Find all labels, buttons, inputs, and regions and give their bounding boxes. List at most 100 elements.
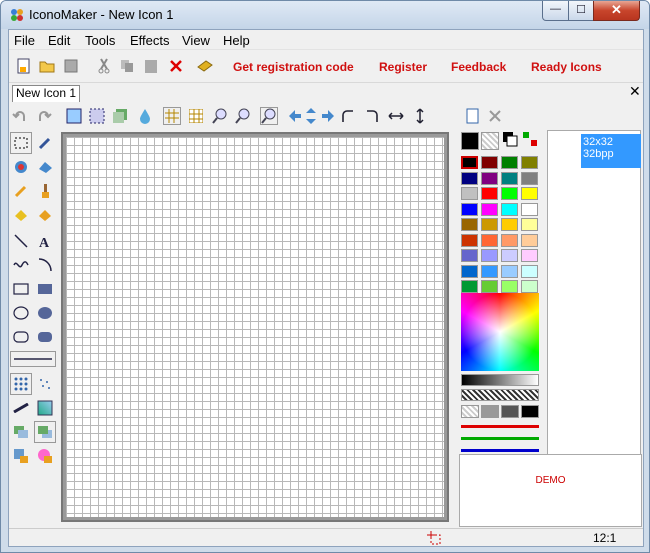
- close-button[interactable]: ✕: [593, 1, 640, 21]
- icon-format-list[interactable]: 32x32 32bpp: [547, 130, 641, 455]
- alpha-swatch-100[interactable]: [521, 405, 539, 418]
- rect-select-tool[interactable]: [10, 132, 32, 154]
- rotate-right-button[interactable]: [363, 107, 381, 125]
- color-swatch[interactable]: [501, 171, 518, 185]
- ready-icons-link[interactable]: Ready Icons: [531, 60, 602, 74]
- lock-tool[interactable]: [10, 445, 32, 467]
- color-swatch[interactable]: [481, 249, 498, 262]
- get-registration-code-link[interactable]: Get registration code: [233, 60, 354, 74]
- ellipse-outline-tool[interactable]: [10, 302, 32, 324]
- menu-file[interactable]: File: [14, 33, 35, 48]
- color-swatch[interactable]: [521, 202, 538, 216]
- color-swatch[interactable]: [461, 202, 478, 216]
- color-replace-tool[interactable]: [10, 156, 32, 178]
- color-swatch[interactable]: [521, 187, 538, 200]
- alpha-slider[interactable]: [461, 389, 539, 401]
- swap-colors-button[interactable]: [521, 130, 539, 148]
- rounded-rect-filled-tool[interactable]: [34, 326, 56, 348]
- brightness-slider[interactable]: [461, 374, 539, 386]
- color-swatch[interactable]: [521, 171, 538, 185]
- color-swatch[interactable]: [461, 233, 478, 247]
- palette-lock-tool[interactable]: [34, 445, 56, 467]
- rotate-left-button[interactable]: [339, 107, 357, 125]
- line-tool[interactable]: [10, 230, 32, 252]
- gradient-tool[interactable]: [34, 397, 56, 419]
- ellipse-filled-tool[interactable]: [34, 302, 56, 324]
- zoom-actual-button[interactable]: [260, 107, 278, 125]
- color-swatch[interactable]: [501, 202, 518, 216]
- text-tool[interactable]: A: [34, 230, 56, 252]
- color-swatch[interactable]: [481, 156, 498, 169]
- layer-up-tool[interactable]: [34, 421, 56, 443]
- menu-effects[interactable]: Effects: [130, 33, 170, 48]
- layer-button[interactable]: [111, 107, 129, 125]
- shift-vertical-button[interactable]: [302, 107, 320, 125]
- color-swatch[interactable]: [481, 280, 498, 293]
- color-swatch[interactable]: [461, 171, 478, 185]
- zoom-out-button[interactable]: [234, 107, 252, 125]
- red-channel-slider[interactable]: [461, 425, 539, 428]
- color-swatch[interactable]: [461, 264, 478, 278]
- layer-down-tool[interactable]: [10, 421, 32, 443]
- color-swatch[interactable]: [521, 156, 538, 169]
- pencil-tool[interactable]: [10, 180, 32, 202]
- new-file-button[interactable]: [15, 57, 33, 75]
- brush-tool[interactable]: [34, 180, 56, 202]
- eraser-tool[interactable]: [34, 156, 56, 178]
- color-spectrum[interactable]: [461, 293, 539, 371]
- color-picker-tool[interactable]: [34, 132, 56, 154]
- grid-toggle-button[interactable]: [163, 107, 181, 125]
- color-swatch[interactable]: [461, 280, 478, 293]
- tab-new-icon-1[interactable]: New Icon 1: [12, 85, 80, 102]
- color-swatch[interactable]: [521, 280, 538, 293]
- spray-tool[interactable]: [34, 373, 56, 395]
- color-swatch[interactable]: [521, 264, 538, 278]
- color-swatch[interactable]: [501, 280, 518, 293]
- menu-view[interactable]: View: [182, 33, 210, 48]
- color-swatch[interactable]: [501, 187, 518, 200]
- stroke-style-tool[interactable]: [10, 397, 32, 419]
- remove-format-button[interactable]: [486, 107, 504, 125]
- alpha-swatch-75[interactable]: [501, 405, 519, 418]
- color-swatch[interactable]: [521, 218, 538, 231]
- undo-button[interactable]: [11, 107, 29, 125]
- pixel-grid-button[interactable]: [187, 107, 205, 125]
- color-swatch[interactable]: [481, 218, 498, 231]
- flip-vertical-button[interactable]: [411, 107, 429, 125]
- color-swatch[interactable]: [461, 187, 478, 200]
- color-swatch[interactable]: [521, 249, 538, 262]
- delete-button[interactable]: [167, 57, 185, 75]
- fill-tool[interactable]: [10, 204, 32, 226]
- tab-close-icon[interactable]: ✕: [629, 84, 641, 98]
- green-channel-slider[interactable]: [461, 437, 539, 440]
- select-frame-button[interactable]: [88, 107, 106, 125]
- primary-color-swatch[interactable]: [461, 132, 479, 150]
- register-link[interactable]: Register: [379, 60, 427, 74]
- color-swatch[interactable]: [501, 264, 518, 278]
- curve-tool[interactable]: [10, 254, 32, 276]
- color-swatch[interactable]: [521, 233, 538, 247]
- menu-help[interactable]: Help: [223, 33, 250, 48]
- rectangle-outline-tool[interactable]: [10, 278, 32, 300]
- icon-file-button[interactable]: [464, 107, 482, 125]
- select-all-button[interactable]: [65, 107, 83, 125]
- color-swatch-black[interactable]: [461, 156, 478, 169]
- maximize-button[interactable]: ☐: [568, 1, 594, 21]
- flip-horizontal-button[interactable]: [387, 107, 405, 125]
- color-swatch[interactable]: [481, 171, 498, 185]
- cut-button[interactable]: [95, 57, 113, 75]
- copy-button[interactable]: [118, 57, 136, 75]
- color-swatch[interactable]: [461, 218, 478, 231]
- icon-format-selected[interactable]: 32x32 32bpp: [581, 134, 641, 168]
- line-width-selector[interactable]: [10, 351, 56, 367]
- color-swatch[interactable]: [461, 249, 478, 262]
- color-swatch[interactable]: [501, 156, 518, 169]
- menu-tools[interactable]: Tools: [85, 33, 115, 48]
- alpha-swatch-50[interactable]: [481, 405, 499, 418]
- minimize-button[interactable]: —: [542, 1, 569, 21]
- pixel-canvas[interactable]: [66, 137, 444, 517]
- registration-button[interactable]: [196, 57, 214, 75]
- color-swatch[interactable]: [501, 218, 518, 231]
- open-file-button[interactable]: [38, 57, 56, 75]
- title-bar[interactable]: IconoMaker - New Icon 1 — ☐ ✕: [1, 1, 649, 29]
